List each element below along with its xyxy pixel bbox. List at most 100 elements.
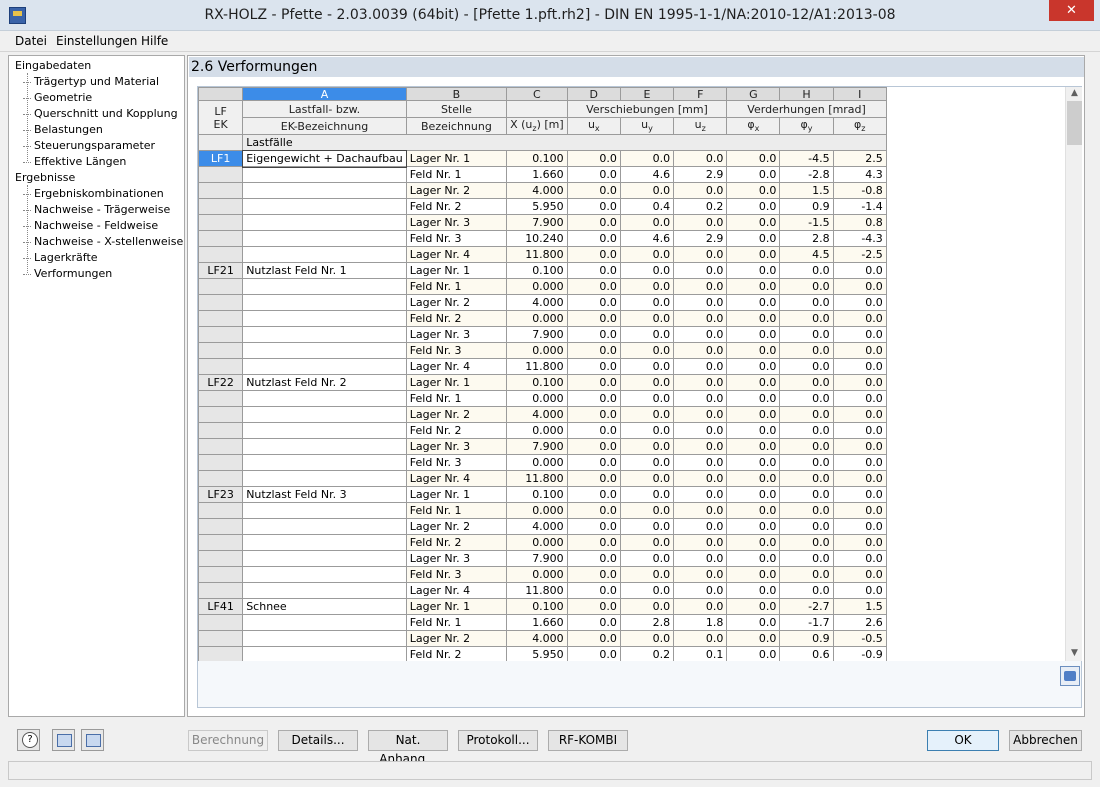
phi-y-cell[interactable]: 0.0 [779, 374, 834, 391]
ux-cell[interactable]: 0.0 [566, 230, 621, 247]
uy-cell[interactable]: 0.0 [619, 294, 675, 311]
row-header[interactable] [198, 326, 244, 343]
loadcase-name-cell[interactable]: Nutzlast Feld Nr. 3 [242, 486, 407, 503]
scroll-up-arrow[interactable]: ▲ [1066, 88, 1083, 98]
col-letter-c[interactable]: C [506, 87, 568, 101]
x-cell[interactable]: 11.800 [506, 358, 568, 375]
loadcase-name-cell[interactable] [242, 166, 407, 183]
uy-cell[interactable]: 0.0 [619, 310, 675, 327]
x-cell[interactable]: 1.660 [506, 614, 568, 631]
uz-cell[interactable]: 0.0 [673, 358, 728, 375]
phi-x-cell[interactable]: 0.0 [726, 470, 781, 487]
uy-cell[interactable]: 0.0 [619, 422, 675, 439]
location-cell[interactable]: Lager Nr. 3 [405, 550, 508, 567]
row-header[interactable] [198, 582, 244, 599]
uz-cell[interactable]: 1.8 [673, 614, 728, 631]
phi-y-cell[interactable]: 0.0 [779, 262, 834, 279]
uy-cell[interactable]: 0.0 [619, 518, 675, 535]
uy-cell[interactable]: 0.0 [619, 326, 675, 343]
x-cell[interactable]: 5.950 [506, 646, 568, 661]
row-header-lf[interactable]: LF21 [198, 262, 244, 279]
nav-item-verformungen[interactable]: Verformungen [22, 267, 112, 280]
ux-cell[interactable]: 0.0 [566, 182, 621, 199]
row-header[interactable] [198, 390, 244, 407]
location-cell[interactable]: Lager Nr. 3 [405, 438, 508, 455]
location-cell[interactable]: Feld Nr. 2 [405, 198, 508, 215]
ux-cell[interactable]: 0.0 [566, 294, 621, 311]
loadcase-name-cell[interactable] [242, 566, 407, 583]
nav-group-ergebnisse[interactable]: Ergebnisse [15, 171, 75, 184]
phi-z-cell[interactable]: 0.8 [832, 214, 887, 231]
uy-cell[interactable]: 0.0 [619, 534, 675, 551]
phi-y-cell[interactable]: 0.0 [779, 406, 834, 423]
phi-z-cell[interactable]: -1.4 [832, 198, 887, 215]
phi-z-cell[interactable]: 0.0 [832, 486, 887, 503]
phi-y-cell[interactable]: 0.0 [779, 310, 834, 327]
x-cell[interactable]: 11.800 [506, 470, 568, 487]
location-cell[interactable]: Feld Nr. 2 [405, 310, 508, 327]
phi-x-cell[interactable]: 0.0 [726, 262, 781, 279]
loadcase-name-cell[interactable] [242, 646, 407, 661]
uy-cell[interactable]: 0.0 [619, 550, 675, 567]
x-cell[interactable]: 7.900 [506, 214, 568, 231]
scroll-thumb[interactable] [1067, 101, 1082, 145]
col-letter-f[interactable]: F [673, 87, 728, 101]
loadcase-name-cell[interactable] [242, 534, 407, 551]
uz-cell[interactable]: 0.0 [673, 582, 728, 599]
phi-y-cell[interactable]: 0.0 [779, 470, 834, 487]
ux-cell[interactable]: 0.0 [566, 422, 621, 439]
uy-cell[interactable]: 0.2 [619, 646, 675, 661]
location-cell[interactable]: Feld Nr. 2 [405, 422, 508, 439]
phi-x-cell[interactable]: 0.0 [726, 294, 781, 311]
x-cell[interactable]: 0.100 [506, 262, 568, 279]
uz-cell[interactable]: 0.0 [673, 550, 728, 567]
phi-x-cell[interactable]: 0.0 [726, 486, 781, 503]
row-header-lf[interactable]: LF22 [198, 374, 244, 391]
uy-cell[interactable]: 0.0 [619, 278, 675, 295]
uz-cell[interactable]: 0.0 [673, 246, 728, 263]
phi-z-cell[interactable]: 0.0 [832, 358, 887, 375]
uy-cell[interactable]: 2.8 [619, 614, 675, 631]
row-header[interactable] [198, 646, 244, 661]
x-cell[interactable]: 7.900 [506, 326, 568, 343]
uy-cell[interactable]: 0.0 [619, 214, 675, 231]
uz-cell[interactable]: 0.0 [673, 598, 728, 615]
phi-y-cell[interactable]: 0.0 [779, 390, 834, 407]
uy-cell[interactable]: 0.0 [619, 342, 675, 359]
ux-cell[interactable]: 0.0 [566, 262, 621, 279]
nav-item-nachweise-traegerweise[interactable]: Nachweise - Trägerweise [22, 203, 170, 216]
row-header[interactable] [198, 502, 244, 519]
phi-x-cell[interactable]: 0.0 [726, 358, 781, 375]
loadcase-name-cell[interactable] [242, 182, 407, 199]
uz-cell[interactable]: 0.0 [673, 486, 728, 503]
x-cell[interactable]: 11.800 [506, 582, 568, 599]
nav-item-effektive-laengen[interactable]: Effektive Längen [22, 155, 126, 168]
location-cell[interactable]: Lager Nr. 4 [405, 246, 508, 263]
x-cell[interactable]: 4.000 [506, 406, 568, 423]
uy-cell[interactable]: 0.0 [619, 502, 675, 519]
col-letter-e[interactable]: E [619, 87, 675, 101]
phi-x-cell[interactable]: 0.0 [726, 422, 781, 439]
nav-item-nachweise-x-stellenweise[interactable]: Nachweise - X-stellenweise [22, 235, 183, 248]
x-cell[interactable]: 0.000 [506, 566, 568, 583]
menu-hilfe[interactable]: Hilfe [141, 34, 168, 48]
location-cell[interactable]: Lager Nr. 4 [405, 470, 508, 487]
loadcase-name-cell[interactable] [242, 278, 407, 295]
phi-z-cell[interactable]: -0.9 [832, 646, 887, 661]
uz-cell[interactable]: 0.0 [673, 470, 728, 487]
phi-z-cell[interactable]: 0.0 [832, 294, 887, 311]
uy-cell[interactable]: 4.6 [619, 230, 675, 247]
uz-cell[interactable]: 0.0 [673, 294, 728, 311]
row-header[interactable] [198, 198, 244, 215]
loadcase-name-cell[interactable] [242, 390, 407, 407]
phi-z-cell[interactable]: -4.3 [832, 230, 887, 247]
row-header[interactable] [198, 470, 244, 487]
row-header[interactable] [198, 166, 244, 183]
ux-cell[interactable]: 0.0 [566, 598, 621, 615]
row-header[interactable] [198, 406, 244, 423]
ux-cell[interactable]: 0.0 [566, 198, 621, 215]
phi-z-cell[interactable]: 0.0 [832, 550, 887, 567]
location-cell[interactable]: Feld Nr. 1 [405, 390, 508, 407]
uz-cell[interactable]: 0.0 [673, 518, 728, 535]
col-letter-i[interactable]: I [832, 87, 887, 101]
